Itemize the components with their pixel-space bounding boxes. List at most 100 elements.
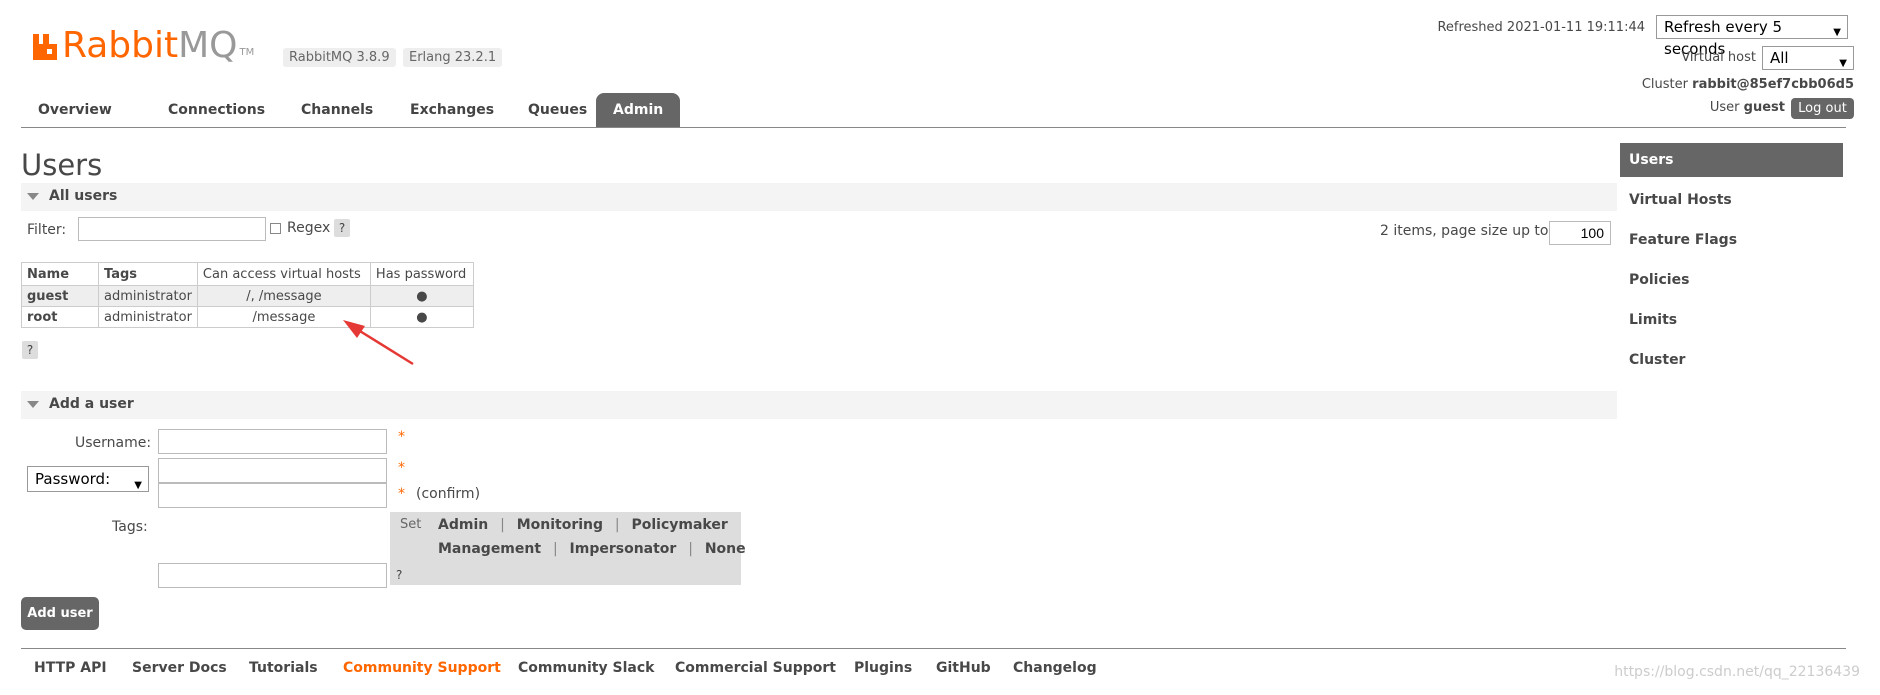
page-size-input[interactable] bbox=[1549, 221, 1611, 245]
has-password-indicator: ● bbox=[369, 285, 474, 307]
cluster-info: Cluster rabbit@85ef7cbb06d5 bbox=[1642, 77, 1854, 92]
user-vhosts: /, /message bbox=[196, 285, 371, 307]
username-input[interactable] bbox=[158, 429, 387, 454]
table-header-row: Name Tags Can access virtual hosts Has p… bbox=[21, 262, 474, 286]
tag-options-row-1: Admin | Monitoring | Policymaker bbox=[438, 517, 728, 533]
regex-checkbox[interactable] bbox=[270, 223, 281, 234]
sidebar-item-label: Users bbox=[1629, 152, 1674, 168]
table-help-button[interactable]: ? bbox=[22, 341, 38, 359]
collapse-triangle-icon bbox=[27, 193, 39, 200]
version-badge: RabbitMQ 3.8.9 bbox=[283, 48, 396, 67]
sidebar-item-label: Feature Flags bbox=[1629, 232, 1738, 248]
tag-policymaker-link[interactable]: Policymaker bbox=[631, 517, 727, 533]
table-row[interactable]: guest administrator /, /message ● bbox=[21, 285, 474, 307]
watermark-text: https://blog.csdn.net/qq_22136439 bbox=[1614, 664, 1860, 680]
refresh-interval-select[interactable]: Refresh every 5 seconds ▼ bbox=[1656, 15, 1848, 58]
footer-link-community-support[interactable]: Community Support bbox=[343, 660, 501, 676]
page-title: Users bbox=[21, 148, 103, 182]
chevron-down-icon: ▼ bbox=[1839, 58, 1847, 69]
footer-link-plugins[interactable]: Plugins bbox=[854, 660, 912, 676]
tag-monitoring-link[interactable]: Monitoring bbox=[517, 517, 603, 533]
sidebar-item-policies[interactable]: Policies bbox=[1620, 263, 1843, 297]
username-label: Username: bbox=[75, 435, 152, 451]
separator: | bbox=[500, 517, 505, 533]
confirm-label: (confirm) bbox=[416, 486, 481, 502]
filter-label: Filter: bbox=[27, 222, 67, 238]
rabbitmq-logo[interactable]: Rabbit MQ TM bbox=[32, 26, 254, 66]
password-type-select[interactable]: Password: ▼ bbox=[27, 466, 149, 492]
footer-link-github[interactable]: GitHub bbox=[936, 660, 991, 676]
tags-help-button[interactable]: ? bbox=[396, 568, 402, 582]
chevron-down-icon: ▼ bbox=[1833, 27, 1841, 38]
tags-input[interactable] bbox=[158, 563, 387, 588]
collapse-triangle-icon bbox=[27, 401, 39, 408]
footer-link-changelog[interactable]: Changelog bbox=[1013, 660, 1097, 676]
all-users-section-header[interactable]: All users bbox=[21, 183, 1617, 211]
tag-none-link[interactable]: None bbox=[705, 541, 746, 557]
erlang-badge: Erlang 23.2.1 bbox=[403, 48, 503, 67]
tab-exchanges[interactable]: Exchanges bbox=[393, 93, 511, 127]
virtual-host-select[interactable]: All ▼ bbox=[1762, 46, 1854, 70]
footer-link-tutorials[interactable]: Tutorials bbox=[249, 660, 318, 676]
tab-admin[interactable]: Admin bbox=[596, 93, 681, 127]
refreshed-timestamp: Refreshed 2021-01-11 19:11:44 bbox=[1437, 20, 1645, 35]
chevron-down-icon: ▼ bbox=[134, 480, 142, 491]
logo-text-primary: Rabbit bbox=[62, 25, 179, 66]
regex-help-button[interactable]: ? bbox=[334, 219, 350, 237]
sidebar-item-cluster[interactable]: Cluster bbox=[1620, 343, 1843, 377]
sidebar-item-label: Cluster bbox=[1629, 352, 1686, 368]
footer-link-commercial-support[interactable]: Commercial Support bbox=[675, 660, 836, 676]
password-input[interactable] bbox=[158, 458, 387, 483]
footer-divider bbox=[21, 648, 1846, 649]
set-label: Set bbox=[400, 517, 422, 532]
required-mark: * bbox=[398, 460, 405, 476]
tag-presets-box: Set Admin | Monitoring | Policymaker Man… bbox=[390, 512, 746, 585]
add-user-section-header[interactable]: Add a user bbox=[21, 391, 1617, 419]
footer-link-http-api[interactable]: HTTP API bbox=[34, 660, 107, 676]
sidebar-item-limits[interactable]: Limits bbox=[1620, 303, 1843, 337]
sidebar-item-label: Policies bbox=[1629, 272, 1690, 288]
tab-overview[interactable]: Overview bbox=[21, 93, 129, 127]
tag-impersonator-link[interactable]: Impersonator bbox=[570, 541, 677, 557]
password-confirm-input[interactable] bbox=[158, 483, 387, 508]
column-header-tags[interactable]: Tags bbox=[98, 262, 198, 286]
separator: | bbox=[552, 541, 558, 557]
sidebar-item-label: Virtual Hosts bbox=[1629, 192, 1732, 208]
sidebar-item-virtual-hosts[interactable]: Virtual Hosts bbox=[1620, 183, 1843, 217]
separator: | bbox=[688, 541, 693, 557]
footer-link-server-docs[interactable]: Server Docs bbox=[132, 660, 227, 676]
column-header-vhosts[interactable]: Can access virtual hosts bbox=[196, 262, 371, 286]
filter-input[interactable] bbox=[78, 217, 266, 241]
add-user-button[interactable]: Add user bbox=[21, 597, 99, 630]
tab-connections[interactable]: Connections bbox=[151, 93, 282, 127]
sidebar-item-feature-flags[interactable]: Feature Flags bbox=[1620, 223, 1843, 257]
sidebar-item-label: Limits bbox=[1629, 312, 1678, 328]
add-user-section-label: Add a user bbox=[49, 396, 134, 412]
user-tags: administrator bbox=[98, 306, 198, 328]
sidebar-item-users[interactable]: Users bbox=[1620, 143, 1843, 177]
main-tabs: Overview Connections Channels Exchanges … bbox=[21, 93, 1846, 128]
regex-label: Regex bbox=[287, 220, 331, 236]
separator: | bbox=[614, 517, 620, 533]
tab-queues[interactable]: Queues bbox=[511, 93, 604, 127]
tag-management-link[interactable]: Management bbox=[438, 541, 541, 557]
required-mark: * bbox=[398, 486, 405, 502]
user-name-link[interactable]: root bbox=[21, 306, 99, 328]
tab-channels[interactable]: Channels bbox=[284, 93, 390, 127]
user-tags: administrator bbox=[98, 285, 198, 307]
password-type-value: Password: bbox=[35, 470, 111, 488]
cluster-label: Cluster bbox=[1641, 77, 1689, 92]
tag-options-row-2: Management | Impersonator | None bbox=[438, 541, 746, 557]
required-mark: * bbox=[398, 429, 405, 445]
footer-link-community-slack[interactable]: Community Slack bbox=[518, 660, 654, 676]
column-header-name[interactable]: Name bbox=[21, 262, 99, 286]
virtual-host-value: All bbox=[1770, 49, 1789, 67]
logo-text-secondary: MQ bbox=[178, 25, 238, 66]
tag-admin-link[interactable]: Admin bbox=[438, 517, 488, 533]
virtual-host-label: Virtual host bbox=[1681, 50, 1756, 65]
column-header-has-password[interactable]: Has password bbox=[369, 262, 474, 286]
pagination-text: 2 items, page size up to bbox=[1380, 223, 1549, 239]
rabbitmq-logo-icon bbox=[33, 34, 57, 60]
user-name-link[interactable]: guest bbox=[21, 285, 99, 307]
annotation-arrow-icon bbox=[343, 320, 414, 366]
